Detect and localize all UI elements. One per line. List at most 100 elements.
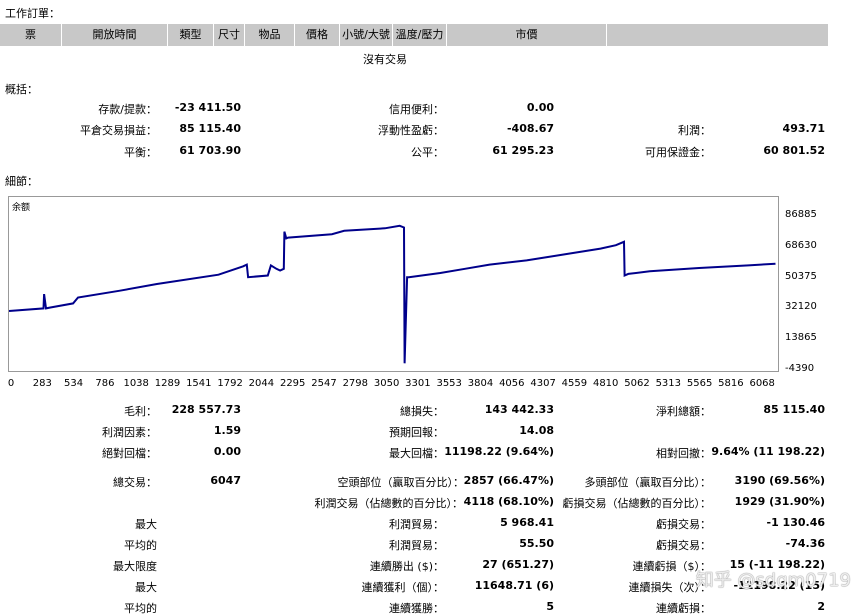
- rel-dd-label: 相對回撤：: [656, 447, 711, 460]
- col-market-price[interactable]: 市價: [447, 24, 607, 46]
- avg-loss-label: 虧損交易：: [656, 539, 711, 552]
- max-dd-label: 最大回檔：: [389, 447, 444, 460]
- largest-profit-label: 利潤貿易：: [389, 518, 444, 531]
- gross-profit-label: 毛利：: [124, 405, 157, 418]
- y-tick-label: -4390: [785, 363, 815, 374]
- orders-table-header: 票 開放時間 類型 尺寸 物品 價格 小號/大號 溫度/壓力 市價: [0, 24, 828, 46]
- gross-loss-value: 143 442.33: [484, 403, 554, 416]
- avg-profit-label: 利潤貿易：: [389, 539, 444, 552]
- x-tick-label: 6068: [749, 378, 775, 389]
- net-profit-value: 85 115.40: [763, 403, 825, 416]
- y-tick-label: 86885: [785, 209, 817, 220]
- col-open-time[interactable]: 開放時間: [62, 24, 168, 46]
- profit-factor-label: 利潤因素：: [102, 426, 157, 439]
- x-tick-label: 1541: [186, 378, 212, 389]
- x-tick-label: 4056: [499, 378, 525, 389]
- x-tick-label: 4559: [561, 378, 588, 389]
- x-tick-label: 4810: [592, 378, 619, 389]
- y-tick-label: 50375: [785, 270, 817, 282]
- short-label: 空頭部位（贏取百分比）：: [337, 476, 465, 489]
- x-tick-label: 786: [95, 378, 115, 389]
- details-title: 細節：: [5, 175, 38, 188]
- x-tick-label: 4307: [530, 378, 556, 389]
- loss-trades-value: 1929 (31.90%): [734, 495, 825, 508]
- profit-value: 493.71: [782, 122, 825, 135]
- x-tick-label: 3553: [436, 378, 462, 389]
- profit-trades-label: 利潤交易（佔總數的百分比）：: [314, 497, 464, 510]
- loss-trades-label: 虧損交易（佔總數的百分比）：: [562, 497, 712, 510]
- floating-label: 浮動性盈虧：: [378, 124, 444, 137]
- free-margin-label: 可用保證金：: [645, 146, 711, 159]
- cons-wins-value: 27 (651.27): [482, 558, 554, 571]
- credit-value: 0.00: [526, 101, 554, 114]
- x-tick-label: 2295: [279, 378, 306, 389]
- col-empty: [607, 24, 828, 46]
- summary-title: 概括：: [5, 83, 38, 96]
- largest-loss-label: 虧損交易：: [656, 518, 711, 531]
- x-tick-label: 2798: [342, 378, 369, 389]
- x-tick-label: 0: [7, 378, 15, 389]
- x-tick-label: 3301: [405, 378, 431, 389]
- col-type[interactable]: 類型: [168, 24, 214, 46]
- x-tick-label: 1038: [123, 378, 149, 389]
- chart-title: 余额: [12, 203, 31, 213]
- balance-chart-svg: [9, 224, 776, 364]
- free-margin-value: 60 801.52: [763, 144, 825, 157]
- balance-chart: 余额: [8, 196, 779, 372]
- expected-payoff-label: 預期回報：: [389, 426, 444, 439]
- y-tick-label: 13865: [785, 332, 817, 344]
- balance-series-line-0: [9, 224, 776, 364]
- col-sl[interactable]: 小號/大號: [340, 24, 393, 46]
- short-value: 2857 (66.47%): [463, 474, 554, 487]
- total-trades-value: 6047: [210, 474, 241, 487]
- col-size[interactable]: 尺寸: [214, 24, 245, 46]
- credit-label: 信用便利：: [389, 103, 444, 116]
- x-tick-label: 5062: [624, 378, 650, 389]
- average2-label: 平均的: [124, 602, 157, 615]
- x-tick-label: 1792: [217, 378, 243, 389]
- largest-profit-value: 5 968.41: [500, 516, 554, 529]
- watermark: 知乎 @sdqm0719: [695, 570, 851, 591]
- x-tick-label: 283: [32, 378, 52, 389]
- x-tick-label: 3050: [373, 378, 400, 389]
- deposit-label: 存款/提款：: [98, 103, 157, 116]
- gross-loss-label: 總損失：: [400, 405, 444, 418]
- no-trades-text: 沒有交易: [363, 53, 407, 66]
- y-tick-label: 68630: [785, 239, 817, 251]
- avg-cons-losses-value: 2: [817, 600, 825, 613]
- col-tp[interactable]: 溫度/壓力: [393, 24, 447, 46]
- col-item[interactable]: 物品: [245, 24, 295, 46]
- avg-loss-value: -74.36: [785, 537, 825, 550]
- balance-label: 平衡：: [124, 146, 157, 159]
- long-value: 3190 (69.56%): [734, 474, 825, 487]
- x-tick-label: 5565: [686, 378, 713, 389]
- gross-profit-value: 228 557.73: [171, 403, 241, 416]
- x-tick-label: 5313: [655, 378, 682, 389]
- rel-dd-value: 9.64% (11 198.22): [711, 445, 825, 458]
- avg-cons-losses-label: 連續虧損：: [656, 602, 711, 615]
- orders-title: 工作訂單：: [5, 7, 60, 20]
- deposit-value: -23 411.50: [174, 101, 241, 114]
- cons-profit-value: 11648.71 (6): [474, 579, 554, 592]
- profit-factor-value: 1.59: [213, 424, 241, 437]
- equity-value: 61 295.23: [492, 144, 554, 157]
- floating-value: -408.67: [506, 122, 554, 135]
- equity-label: 公平：: [411, 146, 444, 159]
- long-label: 多頭部位（贏取百分比）：: [584, 476, 712, 489]
- col-price[interactable]: 價格: [295, 24, 340, 46]
- net-profit-label: 淨利總額：: [656, 405, 711, 418]
- x-tick-label: 3804: [467, 378, 494, 389]
- max-dd-value: 11198.22 (9.64%): [444, 445, 554, 458]
- cons-wins-label: 連續勝出 ($)：: [369, 560, 444, 573]
- col-ticket[interactable]: 票: [0, 24, 62, 46]
- x-tick-label: 534: [64, 378, 84, 389]
- profit-label: 利潤：: [678, 124, 711, 137]
- average-label: 平均的: [124, 539, 157, 552]
- total-trades-label: 總交易：: [113, 476, 157, 489]
- cons-profit-label: 連續獲利（個）：: [361, 581, 445, 594]
- y-tick-label: 32120: [785, 301, 817, 313]
- largest-label: 最大: [135, 518, 157, 531]
- x-tick-label: 2044: [248, 378, 275, 389]
- abs-dd-value: 0.00: [213, 445, 241, 458]
- largest-loss-value: -1 130.46: [766, 516, 826, 529]
